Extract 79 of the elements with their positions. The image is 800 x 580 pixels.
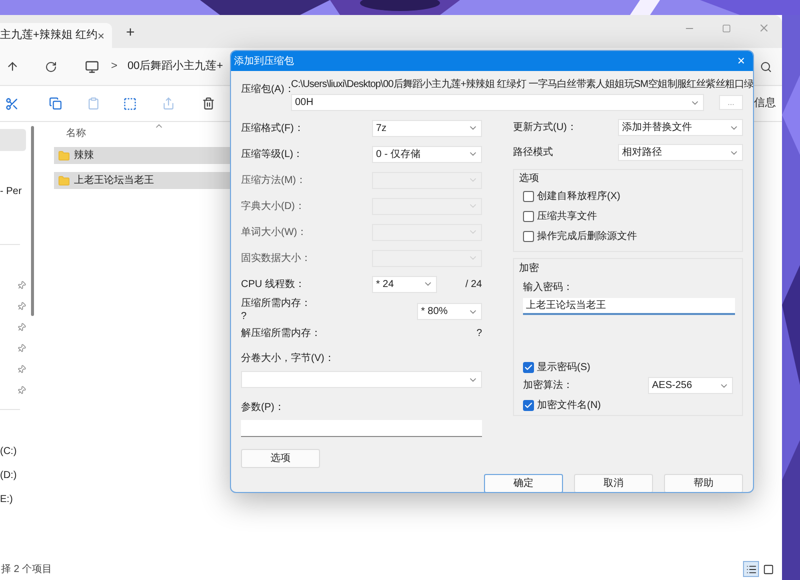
field-label: 压缩方法(M)： [241, 174, 306, 188]
close-icon[interactable]: × [97, 26, 104, 44]
dialog-button[interactable]: 确定 [484, 474, 563, 492]
thread-count-dropdown[interactable]: * 24 [372, 276, 437, 292]
options-button[interactable]: 选项 [241, 449, 320, 468]
folder-icon [58, 150, 70, 162]
pin-icon [15, 300, 28, 313]
status-text: 择 2 个项目 [1, 562, 52, 576]
password-field[interactable]: 上老王论坛当老王 [523, 298, 735, 315]
dialog-button[interactable]: 帮助 [664, 474, 743, 492]
computer-icon[interactable] [85, 60, 99, 74]
memory-value: ? [241, 310, 248, 323]
group-title: 加密 [519, 262, 540, 276]
pin-icon [15, 321, 28, 334]
checkbox[interactable] [523, 230, 534, 242]
refresh-icon[interactable] [45, 60, 57, 72]
drive-item[interactable]: E:) [0, 492, 13, 507]
cut-icon[interactable] [5, 96, 19, 110]
dialog-title: 添加到压缩包 [234, 54, 294, 68]
field-label: 压缩包(A)： [241, 84, 291, 97]
details-button[interactable]: 信息 [754, 95, 776, 112]
up-arrow-icon[interactable] [6, 60, 19, 73]
dropdown[interactable]: 7z [372, 120, 482, 136]
drive-item[interactable]: (D:) [0, 468, 17, 483]
pin-icon [15, 363, 28, 376]
checkbox[interactable] [523, 210, 534, 222]
file-row[interactable]: 辣辣 [54, 147, 230, 164]
dialog-button[interactable]: 取消 [574, 474, 653, 492]
parameters-field[interactable] [241, 420, 482, 437]
field-label: 加密算法： [523, 378, 573, 393]
close-button[interactable]: × [737, 51, 745, 71]
breadcrumb-separator: > [111, 59, 118, 74]
tiles-view-icon[interactable] [763, 564, 774, 574]
search-icon[interactable] [760, 60, 772, 72]
field-label: 压缩格式(F)： [241, 122, 304, 136]
field-label: 更新方式(U)： [513, 120, 577, 135]
field-label: 输入密码： [523, 280, 574, 295]
file-row[interactable]: 上老王论坛当老王 [54, 172, 230, 189]
drive-item[interactable]: (C:) [0, 444, 17, 459]
pin-icon [15, 279, 28, 292]
show-password-checkbox[interactable]: 显示密码(S) [523, 357, 733, 377]
dropdown[interactable]: 0 - 仅存储 [372, 146, 482, 162]
folder-icon [58, 174, 70, 186]
field-label: 参数(P)： [241, 402, 284, 413]
new-tab-button[interactable]: + [126, 22, 135, 44]
checkbox-option[interactable]: 操作完成后删除源文件 [523, 226, 733, 246]
nav-item[interactable]: - Per [0, 184, 22, 199]
path-mode-dropdown[interactable]: 相对路径 [618, 144, 743, 161]
field-label: 字典大小(D)： [241, 200, 305, 214]
copy-icon[interactable] [49, 97, 62, 110]
rename-icon[interactable] [123, 96, 137, 110]
decompress-memory-value: ? [476, 326, 482, 340]
thread-max: / 24 [465, 278, 482, 292]
checkbox[interactable] [523, 400, 534, 410]
field-label: 路径模式 [513, 146, 553, 160]
checkbox-option[interactable]: 压缩共享文件 [523, 206, 733, 226]
breadcrumb-item[interactable]: 00后舞蹈小主九莲+ [127, 58, 224, 75]
checkbox[interactable] [523, 362, 534, 372]
field-label: 压缩等级(L)： [241, 148, 304, 162]
delete-icon[interactable] [202, 97, 215, 110]
archive-path: C:\Users\liuxi\Desktop\00后舞蹈小主九莲+辣辣姐 红绿灯 一字马白丝带素人姐姐玩SM空姐制服红丝紫丝粗口绿 [291, 78, 753, 92]
archive-name-combobox[interactable]: 00H [291, 94, 704, 111]
field-label: CPU 线程数： [241, 278, 306, 292]
update-mode-dropdown[interactable]: 添加并替换文件 [618, 119, 743, 136]
memory-dropdown[interactable]: * 80% [417, 303, 482, 320]
browser-tab[interactable]: 主九莲+辣辣姐 红约× [0, 23, 112, 48]
field-label: 分卷大小，字节(V)： [241, 353, 334, 364]
field-label: 解压缩所需内存： [241, 326, 321, 340]
pin-icon [15, 384, 28, 397]
checkbox-option[interactable]: 创建自释放程序(X) [523, 186, 733, 206]
field-label: 固实数据大小： [241, 252, 311, 266]
encryption-method-dropdown[interactable]: AES-256 [648, 377, 733, 394]
field-label: 单词大小(W)： [241, 226, 308, 240]
details-view-icon[interactable] [743, 561, 759, 577]
group-title: 选项 [519, 172, 540, 186]
pin-icon [15, 342, 28, 355]
checkbox[interactable] [523, 190, 534, 202]
field-label: 压缩所需内存： [241, 297, 311, 310]
encrypt-names-checkbox[interactable]: 加密文件名(N) [523, 395, 733, 415]
